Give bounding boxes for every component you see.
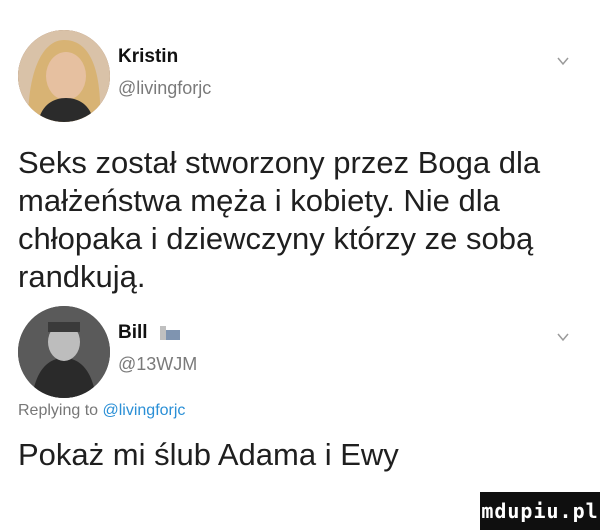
author-name[interactable]: Bill: [118, 322, 181, 344]
author-name[interactable]: Kristin: [118, 46, 178, 68]
replying-handle-link[interactable]: @livingforjc: [103, 402, 186, 419]
author-handle[interactable]: @livingforjc: [118, 78, 211, 99]
watermark: mdupiu.pl: [480, 492, 600, 530]
avatar-image: [18, 306, 110, 398]
replying-prefix: Replying to: [18, 402, 99, 419]
author-name-text: Bill: [118, 322, 148, 343]
original-tweet: Kristin @livingforjc Seks został stworzo…: [0, 30, 600, 294]
chevron-down-icon[interactable]: [556, 330, 570, 344]
reply-tweet: Bill @13WJM Replying to @livingforjc Pok…: [0, 306, 600, 472]
author-handle[interactable]: @13WJM: [118, 354, 197, 375]
tweet-text: Seks został stworzony przez Boga dla mał…: [18, 145, 541, 294]
avatar[interactable]: [18, 306, 110, 398]
avatar[interactable]: [18, 30, 110, 122]
reply-header: Bill @13WJM: [0, 306, 600, 402]
avatar-image: [18, 30, 110, 122]
flag-emoji-icon: [159, 325, 180, 340]
reply-text: Pokaż mi ślub Adama i Ewy: [18, 437, 399, 472]
tweet-header: Kristin @livingforjc: [0, 30, 600, 126]
replying-to: Replying to @livingforjc: [18, 402, 185, 420]
chevron-down-icon[interactable]: [556, 54, 570, 68]
